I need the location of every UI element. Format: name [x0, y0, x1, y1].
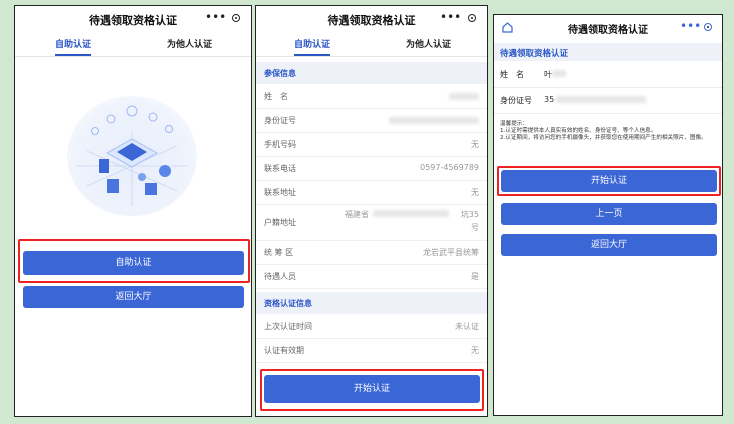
- info-row: 姓 名: [256, 84, 487, 109]
- title-bar: 待遇领取资格认证 •••: [494, 15, 722, 41]
- section-header: 参保信息: [256, 62, 487, 84]
- previous-page-button[interactable]: 上一页: [501, 203, 717, 225]
- close-miniapp-icon[interactable]: [704, 23, 712, 31]
- section-heading: 待遇领取资格认证: [494, 43, 722, 61]
- illustration: [67, 91, 197, 221]
- self-auth-button[interactable]: 自助认证: [23, 251, 244, 275]
- more-icon[interactable]: •••: [205, 10, 226, 24]
- tab-underline: [294, 54, 330, 56]
- tab-bar: 自助认证 为他人认证: [256, 32, 487, 57]
- start-auth-button[interactable]: 开始认证: [264, 375, 480, 403]
- tab-underline: [55, 54, 91, 56]
- tab-auth-for-others[interactable]: 为他人认证: [167, 37, 212, 50]
- close-miniapp-icon[interactable]: [232, 14, 240, 22]
- title-bar: 待遇领取资格认证 •••: [15, 6, 251, 32]
- id-row: 身份证号 35: [494, 87, 722, 114]
- info-row: 上次认证时间 未认证: [256, 314, 487, 339]
- more-icon[interactable]: •••: [680, 19, 701, 33]
- more-icon[interactable]: •••: [440, 10, 461, 24]
- phone-screen-start-auth: 待遇领取资格认证 ••• 待遇领取资格认证 姓 名 叶 身份证号 35 温馨提示…: [493, 14, 723, 416]
- info-row: 认证有效期无: [256, 338, 487, 363]
- tab-auth-for-others[interactable]: 为他人认证: [406, 37, 451, 50]
- info-row: 联系电话 0597-4569789: [256, 156, 487, 181]
- close-miniapp-icon[interactable]: [468, 14, 476, 22]
- tab-self-auth[interactable]: 自助认证: [55, 37, 91, 50]
- back-to-hall-button[interactable]: 返回大厅: [23, 286, 244, 308]
- back-to-hall-button[interactable]: 返回大厅: [501, 234, 717, 256]
- phone-screen-insurance-info: 待遇领取资格认证 ••• 自助认证 为他人认证 参保信息 姓 名 身份证号 手机…: [255, 5, 488, 417]
- tips-text: 温馨提示： 1.认证时需提供本人真实有效的姓名、身份证号、等个人信息。 2.认证…: [500, 121, 707, 141]
- phone-screen-self-auth: 待遇领取资格认证 ••• 自助认证 为他人认证 自助认证 返回大厅: [14, 5, 252, 417]
- info-row: 联系地址无: [256, 180, 487, 205]
- tab-bar: 自助认证 为他人认证: [15, 32, 251, 57]
- name-row: 姓 名 叶: [494, 61, 722, 88]
- title-bar: 待遇领取资格认证 •••: [256, 6, 487, 32]
- start-auth-button[interactable]: 开始认证: [501, 170, 717, 192]
- info-row: 身份证号: [256, 108, 487, 133]
- info-row: 待遇人员是: [256, 264, 487, 289]
- tab-self-auth[interactable]: 自助认证: [294, 37, 330, 50]
- section-header: 资格认证信息: [256, 292, 487, 314]
- info-row: 手机号码无: [256, 132, 487, 157]
- info-row: 统 筹 区龙岩武平县统筹: [256, 240, 487, 265]
- info-row: 户籍地址 福建省 坑35 号: [256, 204, 487, 241]
